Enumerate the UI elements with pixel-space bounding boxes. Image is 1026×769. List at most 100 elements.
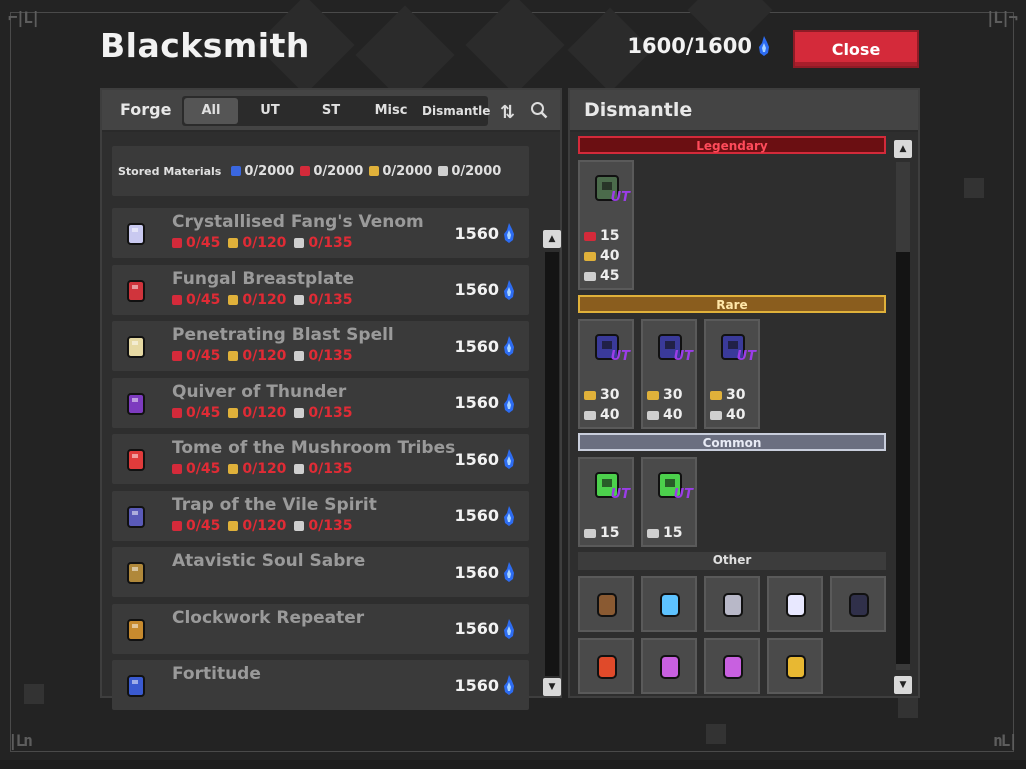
scroll-track[interactable] [545,252,559,676]
yield-value: 30 [600,387,620,403]
item-icon [120,614,152,646]
ut-badge: UT [736,349,756,364]
material-cost: 0/135 [294,518,353,534]
forge-item-row[interactable]: Atavistic Soul Sabre 1560 [112,547,529,597]
yield-value: 40 [600,248,620,264]
other-item-slot[interactable] [578,638,634,694]
price-value: 1560 [454,449,499,469]
search-icon[interactable] [530,101,548,119]
cost-value: 0/135 [308,461,353,477]
other-item-slot[interactable] [578,576,634,632]
rare-item-slot[interactable]: UT 30 40 [704,319,760,429]
forge-item-row[interactable]: Tome of the Mushroom Tribes 0/45 0/120 0/13… [112,434,529,484]
cost-value: 0/45 [186,291,221,308]
item-price: 1560 [454,505,515,527]
red-material-icon [172,520,182,531]
dismantle-yield: 15 [584,525,619,541]
background-decoration [24,684,44,704]
corner-ornament: |Ln [8,731,33,750]
other-item-slot[interactable] [830,576,886,632]
dismantle-scrollbar[interactable]: ▲ ▼ [894,140,912,696]
blue-material-icon [231,166,242,176]
item-costs: 0/45 0/120 0/135 [172,518,361,534]
yield-value: 15 [600,228,620,244]
forge-item-row[interactable]: Trap of the Vile Spirit 0/45 0/120 0/135 156… [112,490,529,541]
legendary-item-slot[interactable]: UT 15 40 45 [578,160,634,290]
forge-item-row[interactable]: Penetrating Blast Spell 0/45 0/120 0/135 156… [112,321,529,371]
tab-ut[interactable]: UT [238,98,302,124]
other-item-slot[interactable] [704,576,760,632]
item-icon [660,593,680,617]
forge-item-row[interactable]: Crystallised Fang's Venom 0/45 0/120 0/135 1… [112,208,529,258]
cost-value: 0/120 [242,517,287,534]
dismantle-yield: 15 [647,525,682,541]
material-cost: 0/135 [294,292,353,308]
silver-material-icon [294,238,305,248]
other-item-slot[interactable] [641,576,697,632]
other-item-slot[interactable] [767,638,823,694]
tab-st[interactable]: ST [302,98,360,124]
close-button[interactable]: Close [793,30,919,68]
blue-flame-icon [504,279,514,300]
item-costs: 0/45 0/120 0/135 [172,235,361,251]
item-icon [120,557,152,589]
common-item-slot[interactable]: UT 15 [641,457,697,547]
cost-value: 0/135 [308,404,353,421]
item-icon [660,655,680,679]
scroll-down-button[interactable]: ▼ [543,678,561,696]
silver-material-icon [294,351,305,361]
dismantle-yield: 30 [584,387,619,403]
item-icon [120,670,152,702]
fame-counter: 1600/1600 [627,34,770,58]
forge-item-row[interactable]: Fungal Breastplate 0/45 0/120 0/135 1560 [112,264,529,315]
material-cost: 0/45 [172,348,220,364]
forge-label: Forge [120,100,172,119]
tab-misc[interactable]: Misc [360,98,422,124]
tab-dismantle[interactable]: Dismantle [422,98,490,124]
stored-material: 0/2000 [438,164,501,179]
item-price: 1560 [454,392,515,414]
scroll-thumb[interactable] [896,252,910,664]
blue-flame-icon [504,223,514,243]
dismantle-yield: 40 [647,407,682,423]
material-cost: 0/120 [228,518,286,534]
cost-value: 0/120 [242,461,287,477]
forge-item-row[interactable]: Fortitude 1560 [112,660,529,710]
ut-badge: UT [610,349,630,364]
item-icon [120,444,152,476]
forge-item-row[interactable]: Quiver of Thunder 0/45 0/120 0/135 1560 [112,377,529,428]
yield-value: 15 [663,525,683,541]
item-name: Crystallised Fang's Venom [172,212,424,232]
scroll-up-button[interactable]: ▲ [543,230,561,248]
other-item-slot[interactable] [704,638,760,694]
filter-tabs: All UT ST Misc Dismantle [182,96,490,126]
forge-scrollbar[interactable]: ▲ ▼ [543,230,561,698]
other-item-slot[interactable] [767,576,823,632]
rare-item-slot[interactable]: UT 30 40 [641,319,697,429]
silver-material-icon [584,271,596,281]
item-price: 1560 [454,279,515,301]
dismantle-yield: 40 [584,407,619,423]
item-price: 1560 [454,674,515,696]
common-item-slot[interactable]: UT 15 [578,457,634,547]
scroll-up-button[interactable]: ▲ [894,140,912,158]
rare-item-slot[interactable]: UT 30 40 [578,319,634,429]
scroll-down-button[interactable]: ▼ [894,676,912,694]
item-costs: 0/45 0/120 0/135 [172,292,361,308]
cost-value: 0/45 [186,404,221,421]
item-name: Fortitude [172,664,261,684]
other-item-slot[interactable] [641,638,697,694]
price-value: 1560 [454,562,499,582]
forge-item-row[interactable]: Clockwork Repeater 1560 [112,603,529,654]
ut-badge: UT [673,487,693,502]
price-value: 1560 [454,619,499,638]
corner-ornament: nL| [993,731,1018,750]
material-cost: 0/135 [294,404,353,421]
red-material-icon [172,294,182,305]
sort-icon[interactable]: ⇅ [500,102,515,123]
stored-material: 0/2000 [231,164,294,179]
dismantle-yield: 15 [584,228,619,244]
gold-material-icon [584,390,596,400]
yield-value: 40 [663,407,683,423]
tab-all[interactable]: All [184,98,238,124]
